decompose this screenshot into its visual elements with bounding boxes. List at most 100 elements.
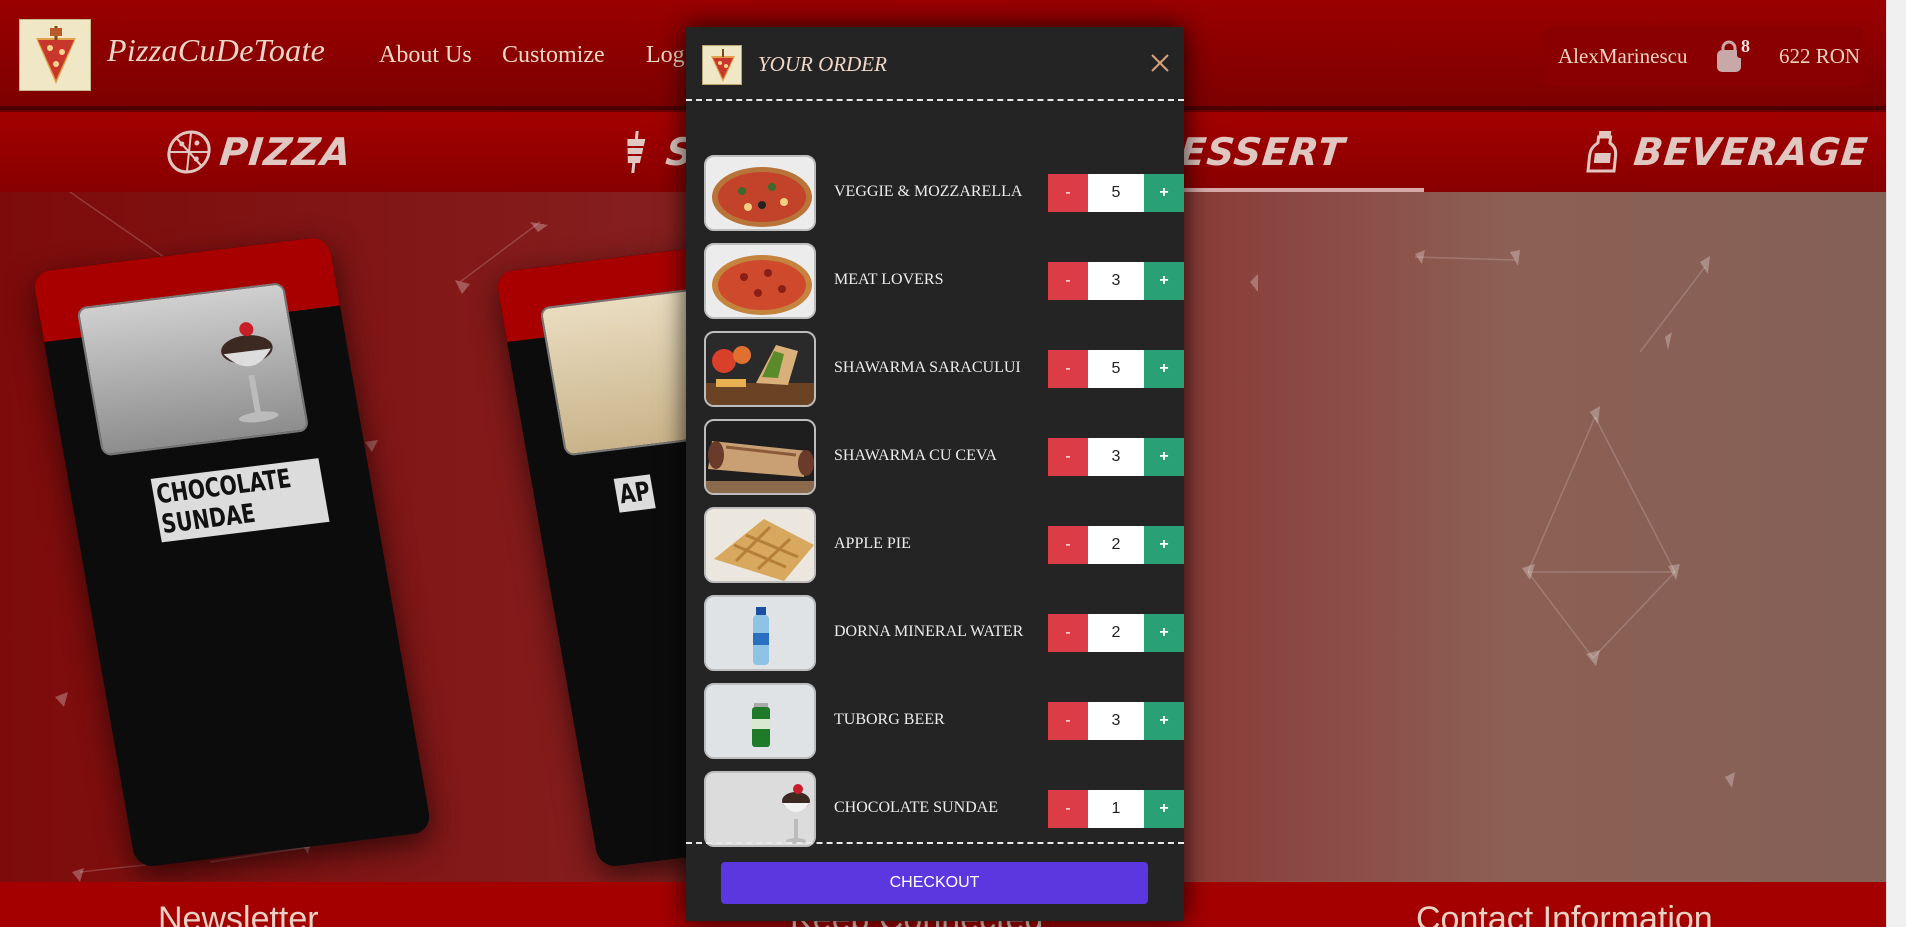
decrease-quantity-button[interactable]: - [1048, 262, 1088, 300]
pizza-image [706, 157, 814, 229]
item-thumbnail [704, 683, 816, 759]
page-scrollbar[interactable] [1886, 0, 1906, 927]
increase-quantity-button[interactable]: + [1144, 702, 1184, 740]
nav-login[interactable]: Log [646, 42, 685, 69]
cart-button[interactable]: 8 [1713, 36, 1757, 74]
quantity-input[interactable]: 3 [1088, 438, 1144, 476]
user-account-box: AlexMarinescu 8 622 RON [1543, 26, 1863, 86]
item-name: TUBORG BEER [834, 711, 945, 728]
quantity-input[interactable]: 5 [1088, 174, 1144, 212]
close-icon [1151, 54, 1169, 72]
decrease-quantity-button[interactable]: - [1048, 614, 1088, 652]
increase-quantity-button[interactable]: + [1144, 614, 1184, 652]
quantity-stepper: - 2 + [1048, 614, 1184, 652]
category-dessert[interactable]: ESSERT [1177, 126, 1347, 178]
item-thumbnail [704, 771, 816, 847]
nav-customize[interactable]: Customize [502, 42, 605, 69]
footer-contact-heading: Contact Information [1416, 900, 1713, 927]
close-button[interactable] [1148, 51, 1172, 75]
quantity-input[interactable]: 2 [1088, 526, 1144, 564]
shawarma-image [706, 333, 814, 405]
modal-logo [702, 45, 742, 85]
category-pizza-label: PIZZA [217, 130, 354, 174]
chocolate-sundae-image [76, 281, 310, 457]
modal-title: YOUR ORDER [758, 52, 887, 76]
decrease-quantity-button[interactable]: - [1048, 174, 1088, 212]
card-title: AP [613, 474, 656, 513]
item-thumbnail [704, 419, 816, 495]
beer-can-image [706, 685, 814, 757]
item-name: VEGGIE & MOZZARELLA [834, 183, 1023, 200]
item-thumbnail [704, 595, 816, 671]
decrease-quantity-button[interactable]: - [1048, 790, 1088, 828]
order-item-row: TUBORG BEER - 3 + [704, 683, 1184, 759]
item-thumbnail [704, 155, 816, 231]
order-modal-header: YOUR ORDER [686, 27, 1184, 101]
quantity-stepper: - 3 + [1048, 262, 1184, 300]
order-item-row: DORNA MINERAL WATER - 2 + [704, 595, 1184, 671]
increase-quantity-button[interactable]: + [1144, 526, 1184, 564]
pizza-icon [167, 130, 211, 174]
increase-quantity-button[interactable]: + [1144, 438, 1184, 476]
order-item-row: SHAWARMA CU CEVA - 3 + [704, 419, 1184, 495]
decrease-quantity-button[interactable]: - [1048, 526, 1088, 564]
item-thumbnail [704, 507, 816, 583]
quantity-stepper: - 3 + [1048, 702, 1184, 740]
item-name: APPLE PIE [834, 535, 911, 552]
quantity-input[interactable]: 5 [1088, 350, 1144, 388]
card-title: CHOCOLATE SUNDAE [150, 458, 330, 543]
quantity-stepper: - 5 + [1048, 350, 1184, 388]
quantity-input[interactable]: 2 [1088, 614, 1144, 652]
footer-newsletter-heading: Newsletter [158, 900, 319, 927]
cart-count-badge: 8 [1741, 36, 1750, 56]
pizza-logo[interactable] [19, 19, 91, 91]
item-name: DORNA MINERAL WATER [834, 623, 1024, 640]
apple-pie-image [706, 509, 814, 581]
decrease-quantity-button[interactable]: - [1048, 438, 1088, 476]
item-thumbnail [704, 331, 816, 407]
order-item-row: VEGGIE & MOZZARELLA - 5 + [704, 155, 1184, 231]
item-name: CHOCOLATE SUNDAE [834, 799, 998, 816]
order-modal-divider [686, 842, 1184, 844]
order-item-row: APPLE PIE - 2 + [704, 507, 1184, 583]
shawarma-icon [627, 131, 646, 173]
order-modal: YOUR ORDER VEGGIE & MOZZARELLA - 5 + MEA… [686, 27, 1184, 921]
water-bottle-image [706, 597, 814, 669]
category-beverage[interactable]: BEVERAGE [1577, 126, 1871, 178]
quantity-input[interactable]: 1 [1088, 790, 1144, 828]
decrease-quantity-button[interactable]: - [1048, 702, 1088, 740]
order-item-row: CHOCOLATE SUNDAE - 1 + [704, 771, 1184, 847]
quantity-stepper: - 1 + [1048, 790, 1184, 828]
shopping-bag-icon [1717, 40, 1755, 72]
increase-quantity-button[interactable]: + [1144, 262, 1184, 300]
category-beverage-label: BEVERAGE [1631, 130, 1871, 174]
quantity-input[interactable]: 3 [1088, 262, 1144, 300]
pizza-image [706, 245, 814, 317]
sundae-image [706, 773, 814, 845]
quantity-stepper: - 2 + [1048, 526, 1184, 564]
order-item-row: MEAT LOVERS - 3 + [704, 243, 1184, 319]
item-name: SHAWARMA CU CEVA [834, 447, 997, 464]
brand-name[interactable]: PizzaCuDeToate [107, 32, 325, 69]
nav-about-us[interactable]: About Us [379, 42, 472, 69]
increase-quantity-button[interactable]: + [1144, 350, 1184, 388]
pizza-slice-logo-icon [711, 49, 735, 82]
quantity-input[interactable]: 3 [1088, 702, 1144, 740]
increase-quantity-button[interactable]: + [1144, 790, 1184, 828]
decrease-quantity-button[interactable]: - [1048, 350, 1088, 388]
order-item-row: SHAWARMA SARACULUI - 5 + [704, 331, 1184, 407]
bottle-icon [1586, 131, 1618, 173]
shawarma-wrap-image [706, 421, 814, 493]
quantity-stepper: - 3 + [1048, 438, 1184, 476]
checkout-button[interactable]: CHECKOUT [721, 862, 1148, 904]
increase-quantity-button[interactable]: + [1144, 174, 1184, 212]
category-pizza[interactable]: PIZZA [163, 126, 354, 178]
username[interactable]: AlexMarinescu [1558, 44, 1687, 69]
item-thumbnail [704, 243, 816, 319]
item-name: SHAWARMA SARACULUI [834, 359, 1021, 376]
account-balance: 622 RON [1779, 44, 1861, 68]
item-name: MEAT LOVERS [834, 271, 944, 288]
category-dessert-label: ESSERT [1177, 130, 1348, 174]
pizza-slice-logo-icon [36, 26, 76, 84]
quantity-stepper: - 5 + [1048, 174, 1184, 212]
